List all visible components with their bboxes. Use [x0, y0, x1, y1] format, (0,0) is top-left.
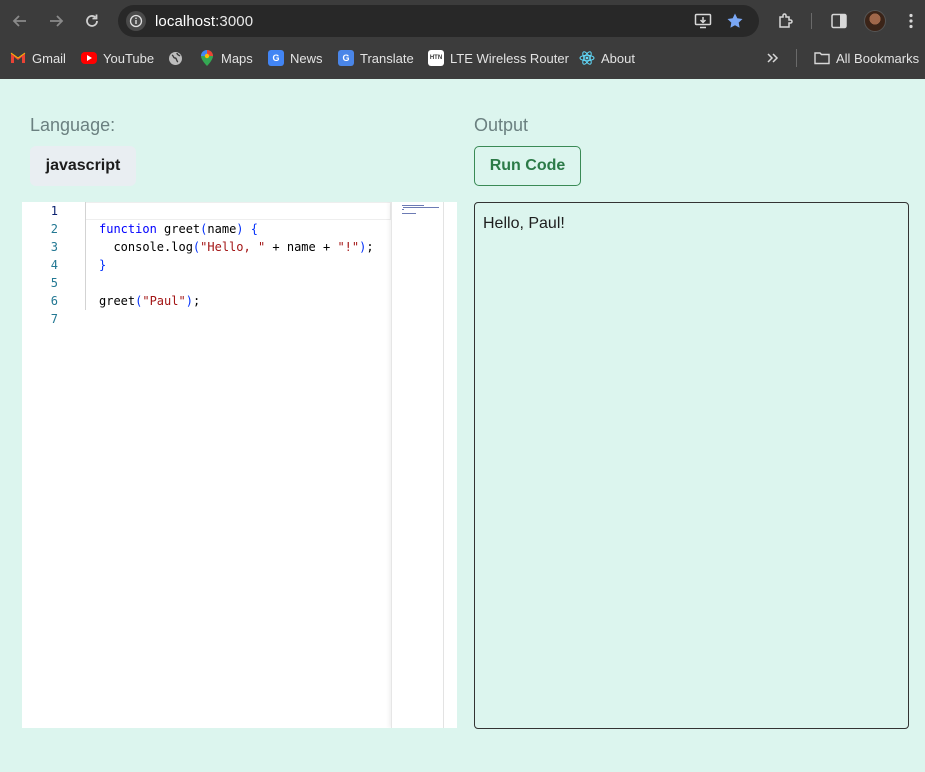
line-number: 5	[50, 276, 58, 290]
line-number: 2	[50, 222, 58, 236]
browser-chrome: localhost:3000 Gmail YouTube Maps G News…	[0, 0, 925, 79]
bookmark-label: YouTube	[103, 50, 155, 66]
translate-icon: G	[338, 50, 354, 66]
side-panel-icon[interactable]	[828, 10, 850, 32]
line-number: 7	[50, 312, 58, 326]
reload-icon	[86, 14, 98, 27]
current-line-highlight	[86, 202, 391, 220]
all-bookmarks-button[interactable]: All Bookmarks	[814, 49, 919, 67]
news-icon: G	[268, 50, 284, 66]
bookmark-label: LTE Wireless Router	[450, 50, 569, 66]
more-menu-icon[interactable]	[900, 10, 922, 32]
code-line-6: greet("Paul");	[99, 294, 201, 308]
react-icon	[579, 50, 595, 66]
output-label: Output	[474, 115, 529, 135]
code-editor[interactable]: 1 2 3 4 5 6 7 function greet(name) { con…	[22, 202, 457, 728]
code-line-2: function greet(name) {	[99, 222, 258, 236]
youtube-icon	[81, 52, 97, 64]
bookmark-label: Translate	[360, 50, 414, 66]
reload-button[interactable]	[80, 9, 104, 33]
bookmark-youtube[interactable]: YouTube	[81, 49, 154, 67]
folder-icon	[814, 50, 830, 66]
line-number: 3	[50, 240, 58, 254]
install-app-icon[interactable]	[693, 11, 713, 31]
language-label: Language:	[30, 115, 116, 135]
line-number: 4	[50, 258, 58, 272]
bookmark-translate[interactable]: G Translate	[338, 49, 414, 67]
back-button[interactable]	[8, 9, 32, 33]
bookmark-news[interactable]: G News	[268, 49, 323, 67]
bookmark-label: News	[290, 50, 323, 66]
code-line-4: }	[99, 258, 107, 272]
site-info-icon[interactable]	[126, 11, 146, 31]
bookmarks-bar: Gmail YouTube Maps G News G Translate HTN L…	[0, 42, 925, 74]
minimap-line	[402, 205, 424, 206]
bookmark-label: About	[601, 50, 635, 66]
bookmark-gmail[interactable]: Gmail	[10, 49, 66, 67]
run-code-button[interactable]: Run Code	[474, 146, 581, 186]
bookmark-globe[interactable]	[167, 49, 189, 67]
browser-toolbar: localhost:3000	[0, 0, 925, 42]
minimap-line	[402, 209, 404, 210]
all-bookmarks-label: All Bookmarks	[836, 50, 920, 66]
bookmarks-divider	[796, 49, 797, 67]
output-text: Hello, Paul!	[483, 215, 565, 232]
bookmark-star-icon[interactable]	[725, 11, 745, 31]
url-host: localhost	[155, 13, 216, 30]
router-icon: HTN	[428, 50, 444, 66]
line-number: 6	[50, 294, 58, 308]
toolbar-divider	[811, 13, 812, 29]
globe-icon	[167, 50, 183, 66]
output-panel: Hello, Paul!	[474, 202, 909, 729]
line-number: 1	[50, 204, 58, 218]
arrow-right-icon	[50, 15, 64, 27]
minimap-line	[403, 207, 439, 208]
bookmark-label: Gmail	[32, 50, 66, 66]
bookmarks-overflow-button[interactable]	[766, 49, 780, 67]
address-bar[interactable]: localhost:3000	[118, 5, 759, 37]
language-selector[interactable]: javascript	[30, 146, 136, 186]
minimap-line	[402, 213, 416, 214]
editor-minimap[interactable]	[391, 202, 443, 728]
bookmark-lte-router[interactable]: HTN LTE Wireless Router	[428, 49, 569, 67]
chevron-double-right-icon	[767, 53, 779, 63]
editor-scrollbar[interactable]	[443, 202, 457, 728]
maps-icon	[199, 50, 215, 66]
code-line-3: console.log("Hello, " + name + "!");	[99, 240, 374, 254]
profile-avatar[interactable]	[864, 10, 886, 32]
forward-button[interactable]	[44, 9, 68, 33]
gmail-icon	[10, 50, 26, 66]
extensions-icon[interactable]	[775, 10, 797, 32]
line-number-gutter: 1 2 3 4 5 6 7	[22, 202, 86, 728]
url-port: :3000	[215, 13, 254, 30]
bookmark-label: Maps	[221, 50, 253, 66]
arrow-left-icon	[12, 15, 26, 27]
bookmark-maps[interactable]: Maps	[199, 49, 253, 67]
url-text: localhost:3000	[155, 13, 253, 30]
bookmark-about[interactable]: About	[579, 49, 635, 67]
